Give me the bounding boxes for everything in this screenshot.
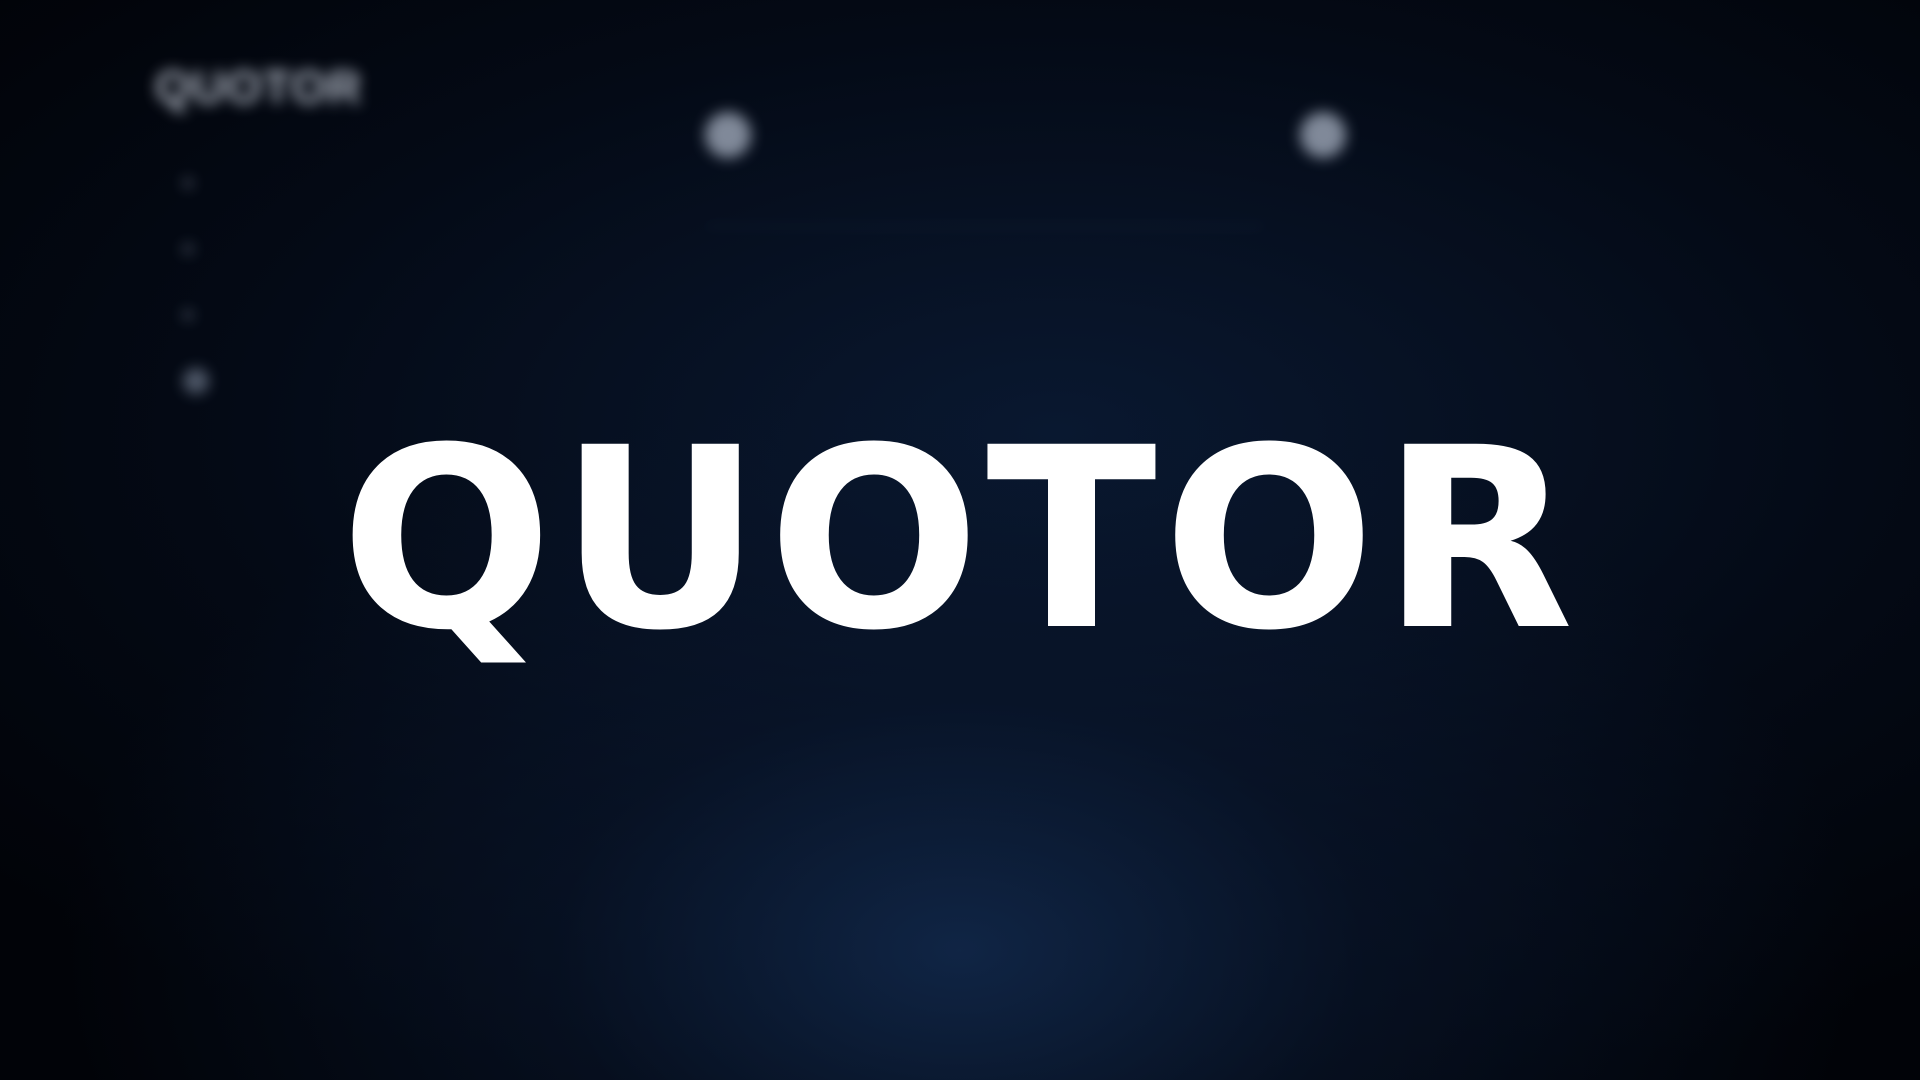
divider [705, 226, 1265, 227]
avatar [1300, 112, 1346, 158]
avatar-icon [183, 368, 209, 394]
trending-post-header [1300, 112, 1740, 158]
dot-icon [183, 178, 193, 188]
sidebar-item-1 [183, 150, 515, 216]
trending-column [1300, 60, 1740, 184]
feed-post-header [705, 112, 1245, 158]
sidebar-brand: QUOTOR [155, 61, 363, 113]
feed-column [705, 60, 1265, 227]
sidebar-item-3 [183, 282, 515, 348]
dot-icon [183, 310, 193, 320]
sidebar-nav [155, 150, 515, 414]
sidebar: QUOTOR [155, 60, 515, 414]
avatar [705, 112, 751, 158]
dot-icon [183, 244, 193, 254]
splash-screen: QUOTOR QUOTOR [0, 0, 1920, 1080]
app-wordmark: QUOTOR [340, 394, 1580, 685]
sidebar-item-2 [183, 216, 515, 282]
